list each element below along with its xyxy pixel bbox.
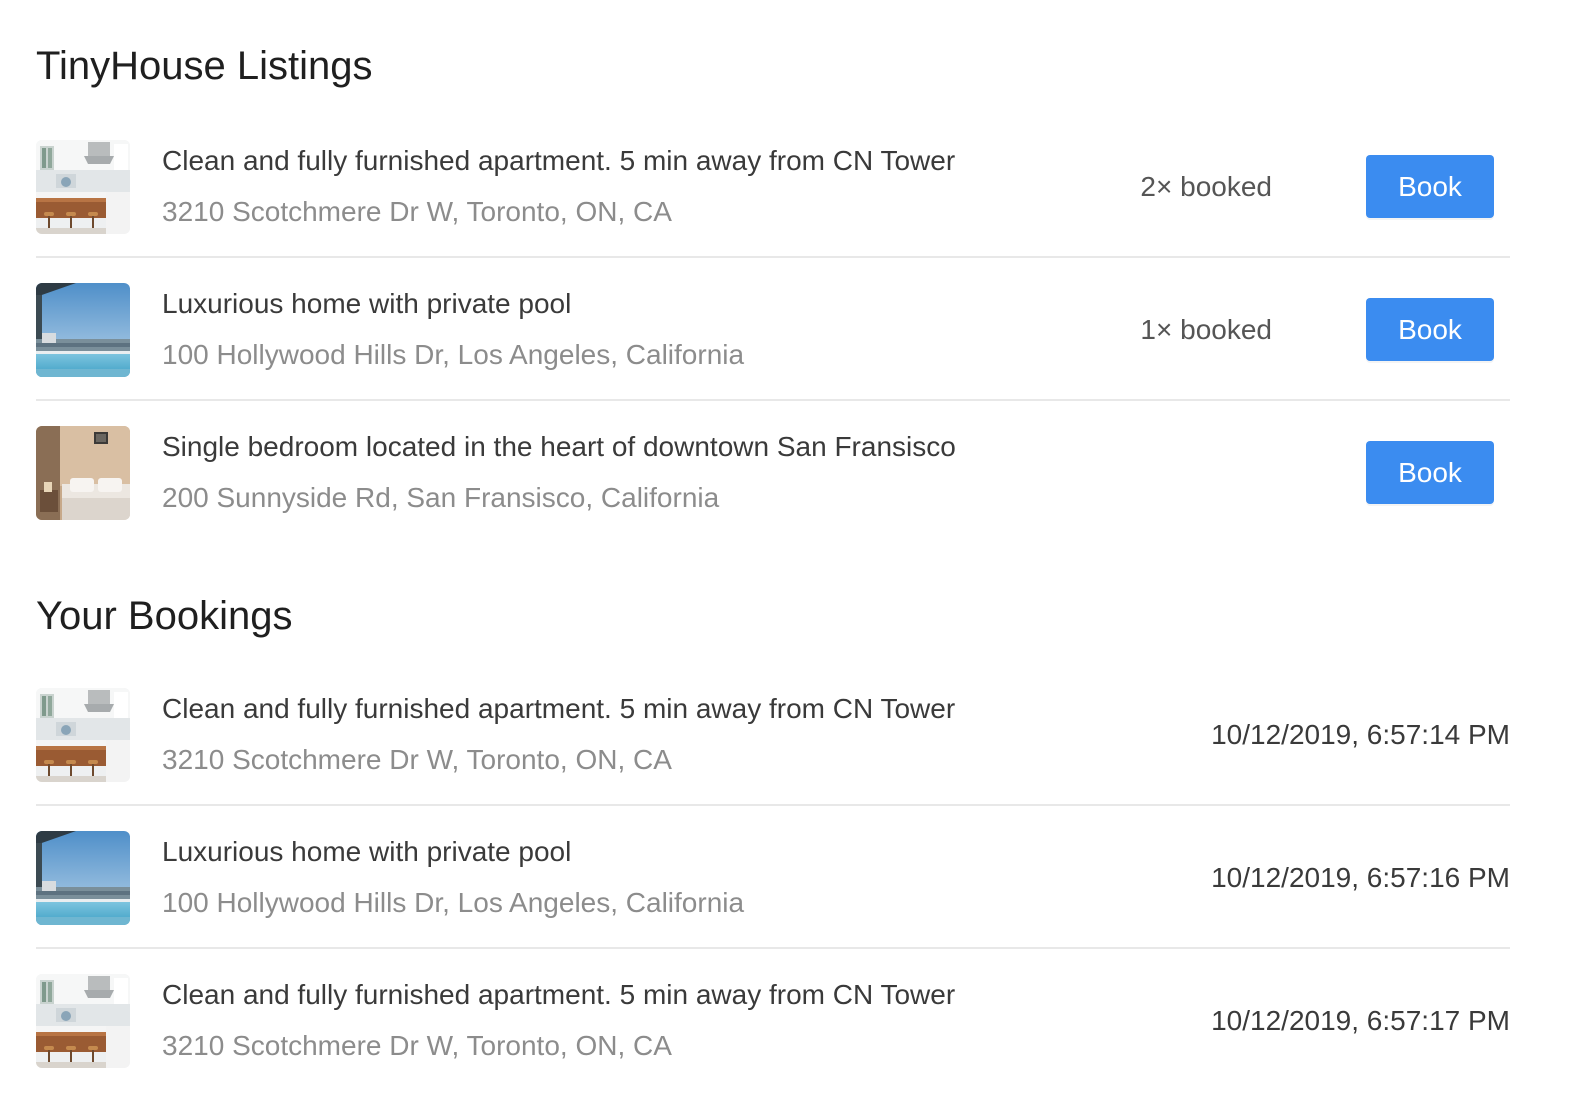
booking-title: Clean and fully furnished apartment. 5 m… xyxy=(162,979,956,1010)
listing-address: 100 Hollywood Hills Dr, Los Angeles, Cal… xyxy=(162,339,745,370)
listing-row: Single bedroom located in the heart of d… xyxy=(36,401,1510,544)
booking-row: Luxurious home with private pool 100 Hol… xyxy=(36,806,1510,949)
listing-address: 200 Sunnyside Rd, San Fransisco, Califor… xyxy=(162,482,720,513)
kitchen-photo-image xyxy=(36,974,130,1068)
listing-address: 3210 Scotchmere Dr W, Toronto, ON, CA xyxy=(162,196,672,227)
listings-list: Clean and fully furnished apartment. 5 m… xyxy=(36,115,1510,544)
bookings-list: Clean and fully furnished apartment. 5 m… xyxy=(36,663,1510,1092)
listing-title: Single bedroom located in the heart of d… xyxy=(162,431,956,462)
listings-heading: TinyHouse Listings xyxy=(36,44,373,88)
booking-thumbnail xyxy=(36,974,130,1068)
pool-photo-image xyxy=(36,283,130,377)
listing-thumbnail xyxy=(36,426,130,520)
book-button[interactable]: Book xyxy=(1366,298,1494,361)
booking-timestamp: 10/12/2019, 6:57:16 PM xyxy=(1211,862,1510,893)
listing-title: Clean and fully furnished apartment. 5 m… xyxy=(162,145,956,176)
listing-title: Luxurious home with private pool xyxy=(162,288,572,319)
bedroom-photo-image xyxy=(36,426,130,520)
listing-row: Luxurious home with private pool 100 Hol… xyxy=(36,258,1510,401)
booking-address: 100 Hollywood Hills Dr, Los Angeles, Cal… xyxy=(162,887,745,918)
booking-title: Clean and fully furnished apartment. 5 m… xyxy=(162,693,956,724)
booking-thumbnail xyxy=(36,831,130,925)
listing-booked-count: 2× booked xyxy=(1140,171,1272,202)
listing-row: Clean and fully furnished apartment. 5 m… xyxy=(36,115,1510,258)
book-button[interactable]: Book xyxy=(1366,441,1494,504)
kitchen-photo-image xyxy=(36,688,130,782)
booking-timestamp: 10/12/2019, 6:57:14 PM xyxy=(1211,719,1510,750)
bookings-heading: Your Bookings xyxy=(36,594,293,638)
booking-title: Luxurious home with private pool xyxy=(162,836,572,867)
booking-thumbnail xyxy=(36,688,130,782)
kitchen-photo-image xyxy=(36,140,130,234)
booking-address: 3210 Scotchmere Dr W, Toronto, ON, CA xyxy=(162,744,672,775)
pool-photo-image xyxy=(36,831,130,925)
booking-address: 3210 Scotchmere Dr W, Toronto, ON, CA xyxy=(162,1030,672,1061)
book-button[interactable]: Book xyxy=(1366,155,1494,218)
booking-row: Clean and fully furnished apartment. 5 m… xyxy=(36,663,1510,806)
booking-row: Clean and fully furnished apartment. 5 m… xyxy=(36,949,1510,1092)
listing-thumbnail xyxy=(36,283,130,377)
booking-timestamp: 10/12/2019, 6:57:17 PM xyxy=(1211,1005,1510,1036)
listing-booked-count: 1× booked xyxy=(1140,314,1272,345)
listing-thumbnail xyxy=(36,140,130,234)
